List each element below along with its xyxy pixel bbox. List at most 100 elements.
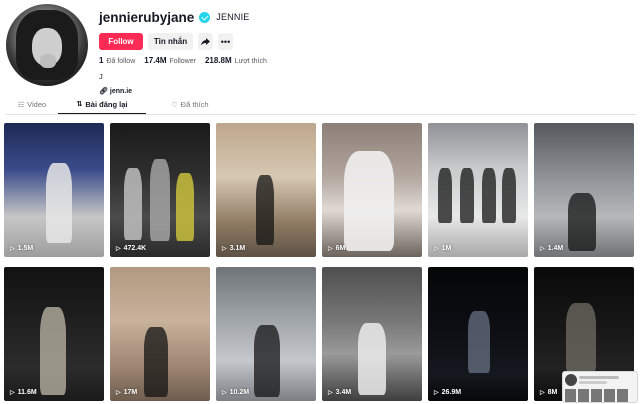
video-thumbnail [566,303,596,373]
view-count: ▷ 1M [434,245,451,252]
tab-liked[interactable]: ♡ Đã thích [146,95,234,114]
video-card[interactable]: ▷ 1.4M [534,123,634,257]
follow-button[interactable]: Follow [99,33,143,50]
mini-player-avatar [565,374,577,386]
view-count-text: 1M [441,245,452,252]
video-card[interactable]: ▷ 3.1M [216,123,316,257]
video-card[interactable]: ▷ 6M [322,123,422,257]
view-count-text: 26.9M [441,389,462,396]
likes-stat: 218.8M Lượt thích [205,56,267,65]
video-card[interactable]: ▷ 17M [110,267,210,401]
name-row: jennierubyjane JENNIE [99,8,399,26]
mini-thumbnail [617,389,628,402]
play-icon: ▷ [434,246,439,252]
tab-liked-label: Đã thích [180,100,209,109]
video-thumbnail [482,168,496,223]
play-icon: ▷ [222,246,227,252]
following-count: 1 [99,56,104,65]
view-count: ▷ 1.5M [10,245,33,252]
play-icon: ▷ [328,246,333,252]
play-icon: ▷ [10,390,15,396]
video-thumbnail [46,163,72,243]
more-icon[interactable]: ••• [218,33,233,50]
bio-text: J [99,72,103,81]
share-icon[interactable] [198,33,213,50]
view-count-text: 17M [123,389,138,396]
mini-player[interactable] [562,371,638,403]
mini-player-subtitle-placeholder [579,381,607,384]
view-count: ▷ 6M [328,245,345,252]
likes-label: Lượt thích [234,58,267,65]
avatar-hand [40,54,56,68]
view-count: ▷ 3.4M [328,389,351,396]
profile-link-text[interactable]: jenn.ie [110,88,132,95]
video-thumbnail [568,193,596,251]
view-count: ▷ 1.4M [540,245,563,252]
followers-count: 17.4M [144,56,167,65]
view-count-text: 472.4K [123,245,147,252]
view-count: ▷ 11.6M [10,389,37,396]
view-count: ▷ 3.1M [222,245,245,252]
followers-label: Follower [169,58,196,65]
video-card[interactable]: ▷ 10.2M [216,267,316,401]
video-card[interactable]: ▷ 11.6M [4,267,104,401]
play-icon: ▷ [540,390,545,396]
play-icon: ▷ [540,246,545,252]
video-thumbnail [358,323,386,395]
heart-icon: ♡ [171,101,178,109]
video-thumbnail [468,311,490,373]
profile-info: jennierubyjane JENNIE Follow Tin nhắn ••… [99,8,399,95]
video-card[interactable]: ▷ 1.5M [4,123,104,257]
video-thumbnail [40,307,66,395]
repost-icon: ⇅ [76,101,83,108]
mini-player-title-placeholder [579,376,619,379]
video-thumbnail [344,151,394,251]
message-button[interactable]: Tin nhắn [148,33,193,50]
grid-icon: ☷ [17,101,25,109]
video-card[interactable]: ▷ 3.4M [322,267,422,401]
action-buttons: Follow Tin nhắn ••• [99,33,399,50]
video-thumbnail [144,327,168,397]
view-count: ▷ 472.4K [116,245,146,252]
profile-avatar[interactable] [6,4,88,86]
followers-stat[interactable]: 17.4M Follower [144,56,196,65]
profile-tabs: ☷ Video ⇅ Bài đăng lại ♡ Đã thích [6,95,636,115]
play-icon: ▷ [328,390,333,396]
tab-reposts[interactable]: ⇅ Bài đăng lại [58,95,146,114]
view-count: ▷ 8M [540,389,557,396]
view-count-text: 1.5M [17,245,34,252]
video-thumbnail [150,159,170,241]
tab-video[interactable]: ☷ Video [6,95,58,114]
video-thumbnail [256,175,274,245]
video-card[interactable]: ▷ 26.9M [428,267,528,401]
mini-thumbnail [578,389,589,402]
mini-player-thumbnails [565,389,628,402]
mini-thumbnail [591,389,602,402]
video-thumbnail [438,168,452,223]
video-thumbnail [254,325,280,397]
profile-link[interactable]: 🔗︎ jenn.ie [99,87,399,96]
mini-thumbnail [604,389,615,402]
view-count: ▷ 17M [116,389,137,396]
view-count: ▷ 26.9M [434,389,461,396]
verified-badge-icon [199,11,211,23]
link-icon: 🔗︎ [99,88,108,95]
username: jennierubyjane [99,9,195,25]
video-card[interactable]: ▷ 1M [428,123,528,257]
tab-reposts-label: Bài đăng lại [85,99,128,109]
play-icon: ▷ [434,390,439,396]
nickname: JENNIE [216,12,250,22]
view-count-text: 3.1M [229,245,246,252]
likes-count: 218.8M [204,56,232,65]
following-stat[interactable]: 1 Đã follow [99,56,135,65]
view-count-text: 6M [335,245,346,252]
mini-thumbnail [565,389,576,402]
video-thumbnail [460,168,474,223]
view-count-text: 8M [547,389,558,396]
video-thumbnail [176,173,194,241]
play-icon: ▷ [116,246,121,252]
play-icon: ▷ [10,246,15,252]
video-thumbnail [502,168,516,223]
video-grid: ▷ 1.5M ▷ 472.4K ▷ 3.1M ▷ 6M ▷ 1M ▷ 1.4M ▷ 11.6M… [4,123,636,401]
video-card[interactable]: ▷ 472.4K [110,123,210,257]
